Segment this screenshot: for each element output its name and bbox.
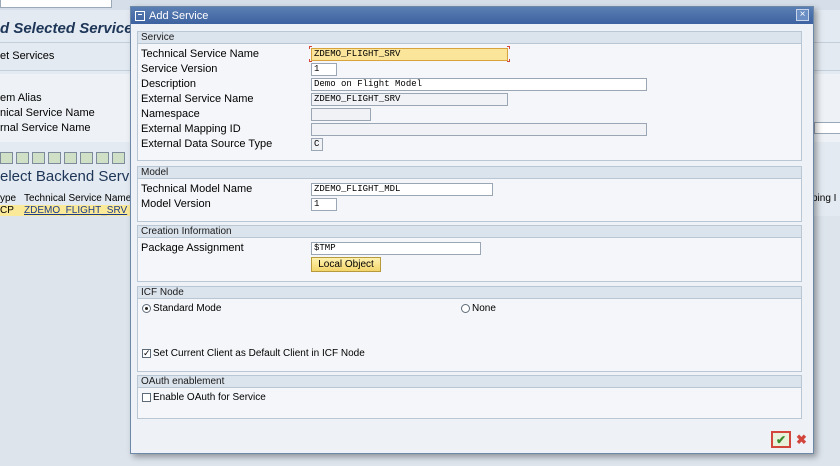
column-header-mapping-id[interactable]: ping I	[812, 193, 836, 204]
external-service-name-label: External Service Name	[141, 93, 254, 105]
dialog-titlebar[interactable]: Add Service ×	[131, 7, 813, 24]
background-select-services-button[interactable]: et Services	[0, 50, 54, 62]
add-service-dialog: Add Service × Service Technical Service …	[130, 6, 814, 454]
background-filter-input[interactable]	[814, 122, 840, 134]
external-mapping-id-label: External Mapping ID	[141, 123, 241, 135]
background-label-external-service-name: rnal Service Name	[0, 122, 91, 134]
standard-mode-label: Standard Mode	[153, 303, 222, 314]
local-object-button[interactable]: Local Object	[311, 257, 381, 272]
background-command-field[interactable]	[0, 0, 112, 8]
icf-node-section: ICF Node Standard Mode None ✓ Set Curren…	[137, 286, 802, 372]
namespace-field[interactable]	[311, 108, 371, 121]
window-icon	[135, 10, 145, 21]
toolbar-icon[interactable]	[16, 152, 29, 164]
model-section: Model Technical Model Name ZDEMO_FLIGHT_…	[137, 166, 802, 222]
focus-marker	[507, 46, 510, 49]
toolbar-icon[interactable]	[112, 152, 125, 164]
technical-service-name-field[interactable]: ZDEMO_FLIGHT_SRV	[311, 48, 508, 61]
background-page-title: d Selected Services	[0, 20, 141, 37]
service-version-label: Service Version	[141, 63, 218, 75]
model-version-label: Model Version	[141, 198, 211, 210]
creation-information-header: Creation Information	[138, 226, 801, 238]
toolbar-icon[interactable]	[0, 152, 13, 164]
focus-marker	[309, 46, 312, 49]
table-cell-service-link[interactable]: ZDEMO_FLIGHT_SRV	[24, 205, 127, 216]
oauth-header: OAuth enablement	[138, 376, 801, 388]
background-label-system-alias: em Alias	[0, 92, 42, 104]
focus-marker	[507, 59, 510, 62]
technical-model-name-label: Technical Model Name	[141, 183, 253, 195]
checkmark-icon: ✔	[775, 432, 787, 447]
cancel-icon: ✖	[796, 431, 807, 447]
description-field[interactable]: Demo on Flight Model	[311, 78, 647, 91]
table-cell-type: CP	[0, 205, 14, 216]
creation-information-section: Creation Information Package Assignment …	[137, 225, 802, 282]
model-version-field[interactable]: 1	[311, 198, 337, 211]
external-service-name-field[interactable]: ZDEMO_FLIGHT_SRV	[311, 93, 508, 106]
filter-icon[interactable]	[80, 152, 93, 164]
close-icon[interactable]: ×	[796, 9, 809, 21]
background-section-title: elect Backend Servic	[0, 168, 141, 185]
enable-oauth-checkbox[interactable]	[142, 393, 151, 402]
toolbar-icon[interactable]	[96, 152, 109, 164]
external-data-source-type-label: External Data Source Type	[141, 138, 273, 150]
focus-marker	[309, 59, 312, 62]
column-header-type[interactable]: ype	[0, 193, 16, 204]
service-version-field[interactable]: 1	[311, 63, 337, 76]
icf-node-header: ICF Node	[138, 287, 801, 299]
package-assignment-label: Package Assignment	[141, 242, 244, 254]
toolbar-icon[interactable]	[48, 152, 61, 164]
column-header-technical-service-name[interactable]: Technical Service Name	[24, 193, 131, 204]
technical-service-name-label: Technical Service Name	[141, 48, 259, 60]
model-section-header: Model	[138, 167, 801, 179]
none-label: None	[472, 303, 496, 314]
service-section: Service Technical Service Name ZDEMO_FLI…	[137, 31, 802, 161]
external-data-source-type-field[interactable]: C	[311, 138, 323, 151]
technical-model-name-field[interactable]: ZDEMO_FLIGHT_MDL	[311, 183, 493, 196]
oauth-section: OAuth enablement Enable OAuth for Servic…	[137, 375, 802, 419]
none-radio[interactable]	[461, 304, 470, 313]
package-assignment-field[interactable]: $TMP	[311, 242, 481, 255]
service-section-header: Service	[138, 32, 801, 44]
toolbar-icon[interactable]	[32, 152, 45, 164]
namespace-label: Namespace	[141, 108, 200, 120]
toolbar-icon[interactable]	[64, 152, 77, 164]
external-mapping-id-field[interactable]	[311, 123, 647, 136]
default-client-label: Set Current Client as Default Client in …	[153, 348, 365, 359]
default-client-checkbox[interactable]: ✓	[142, 349, 151, 358]
background-label-technical-service-name: nical Service Name	[0, 107, 95, 119]
standard-mode-radio[interactable]	[142, 304, 151, 313]
description-label: Description	[141, 78, 197, 90]
enable-oauth-label: Enable OAuth for Service	[153, 392, 266, 403]
background-toolbar	[0, 152, 130, 166]
confirm-button[interactable]: ✔	[771, 431, 791, 448]
dialog-title: Add Service	[149, 9, 209, 22]
cancel-button[interactable]: ✖	[794, 432, 809, 447]
